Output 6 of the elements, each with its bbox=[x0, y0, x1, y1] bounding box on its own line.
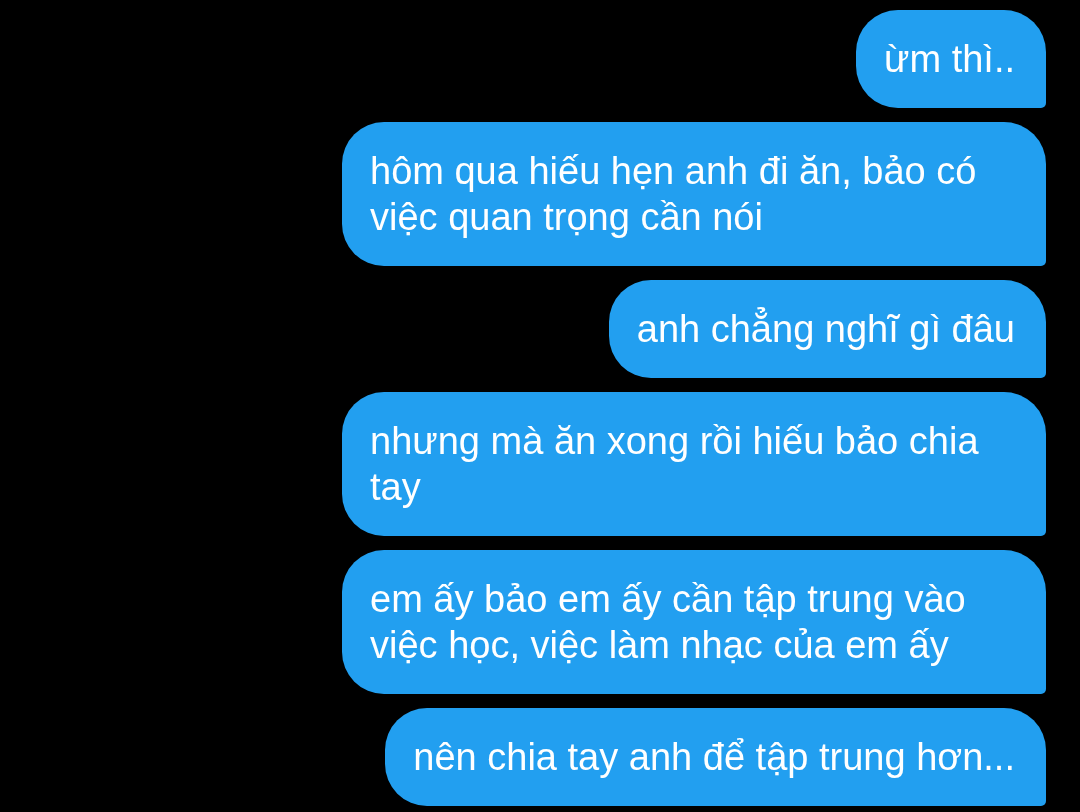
message-bubble: anh chẳng nghĩ gì đâu bbox=[608, 280, 1046, 378]
message-bubble: nên chia tay anh để tập trung hơn... bbox=[385, 708, 1046, 806]
message-bubble: ừm thì.. bbox=[856, 10, 1046, 108]
message-bubble: hôm qua hiếu hẹn anh đi ăn, bảo có việc quan trọng cần nói bbox=[342, 122, 1046, 266]
message-bubble: em ấy bảo em ấy cần tập trung vào việc học, việc làm nhạc của em ấy bbox=[342, 550, 1046, 694]
message-bubble: nhưng mà ăn xong rồi hiếu bảo chia tay bbox=[342, 392, 1046, 536]
